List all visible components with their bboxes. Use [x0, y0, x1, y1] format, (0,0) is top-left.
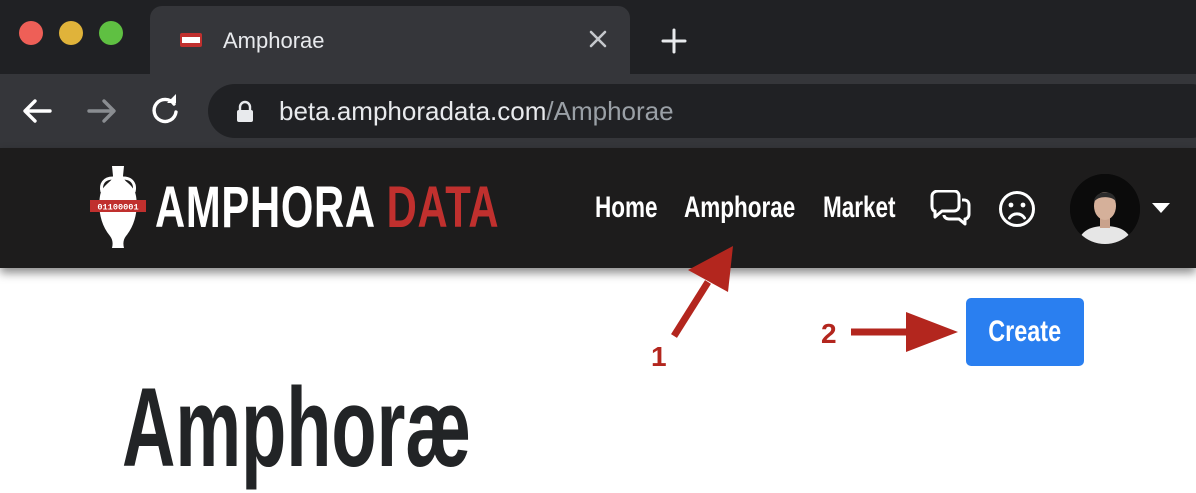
- lock-icon[interactable]: [236, 100, 254, 122]
- step-1-label: 1: [651, 341, 667, 372]
- create-button[interactable]: Create: [966, 298, 1084, 366]
- browser-titlebar: Amphorae: [0, 0, 1196, 74]
- url-host: beta.amphoradata.com: [279, 96, 547, 126]
- amphora-logo-icon[interactable]: 01100001: [90, 164, 146, 250]
- nav-market-link[interactable]: Market: [823, 190, 896, 226]
- site-navbar: 01100001 AMPHORA DATA Home Amphorae Mark…: [0, 148, 1196, 268]
- window-maximize-button[interactable]: [99, 21, 123, 45]
- url-text[interactable]: beta.amphoradata.com/Amphorae: [279, 96, 674, 127]
- page-title: Amphoræ: [122, 365, 472, 491]
- brand-part-data: DATA: [386, 175, 500, 240]
- back-icon[interactable]: [20, 94, 54, 128]
- brand-part-amphora: AMPHORA: [155, 175, 375, 240]
- reload-icon[interactable]: [148, 94, 182, 128]
- logo-binary: 01100001: [97, 203, 138, 213]
- address-bar[interactable]: beta.amphoradata.com/Amphorae: [208, 84, 1196, 138]
- step-2-arrow: [851, 312, 958, 352]
- caret-down-icon[interactable]: [1151, 202, 1171, 214]
- nav-amphorae-link[interactable]: Amphorae: [684, 190, 795, 226]
- step-2-label: 2: [821, 318, 837, 349]
- forward-icon[interactable]: [85, 94, 119, 128]
- url-path: /Amphorae: [546, 96, 674, 126]
- tab-title: Amphorae: [223, 28, 325, 53]
- avatar[interactable]: [1070, 174, 1140, 244]
- nav-home-link[interactable]: Home: [595, 190, 658, 226]
- window-minimize-button[interactable]: [59, 21, 83, 45]
- plus-icon[interactable]: [660, 27, 688, 55]
- browser-toolbar: beta.amphoradata.com/Amphorae: [0, 74, 1196, 148]
- frown-icon[interactable]: [998, 190, 1036, 228]
- window-close-button[interactable]: [19, 21, 43, 45]
- create-button-label: Create: [988, 315, 1062, 348]
- site-brand[interactable]: AMPHORA DATA: [155, 168, 499, 248]
- avatar-portrait: [1070, 174, 1140, 244]
- amphora-favicon-icon: [180, 33, 202, 47]
- browser-tab[interactable]: Amphorae: [150, 6, 630, 74]
- chat-icon[interactable]: [928, 190, 972, 226]
- close-icon[interactable]: [587, 28, 609, 50]
